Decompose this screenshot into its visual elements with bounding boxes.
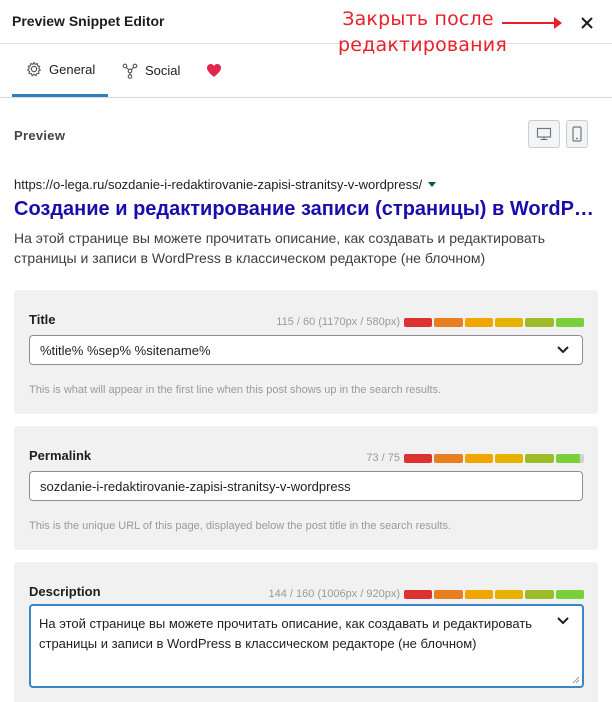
meter-segment xyxy=(525,590,554,599)
tab-bar: General Social xyxy=(0,44,612,98)
share-icon xyxy=(122,63,138,79)
meter-segment xyxy=(434,318,463,327)
description-field-section: Description 144 / 160 (1006px / 920px) Н… xyxy=(14,562,598,702)
meter-segment xyxy=(555,318,584,327)
meter-segment xyxy=(555,590,584,599)
permalink-hint: This is the unique URL of this page, dis… xyxy=(29,520,452,532)
description-textarea[interactable]: На этой странице вы можете прочитать опи… xyxy=(29,604,584,688)
heart-icon xyxy=(206,64,221,77)
permalink-counter: 73 / 75 xyxy=(366,452,400,464)
panel-title: Preview Snippet Editor xyxy=(12,13,165,29)
description-textarea-value: На этой странице вы можете прочитать опи… xyxy=(39,616,533,651)
meter-segment xyxy=(404,318,433,327)
meter-segment xyxy=(494,318,524,327)
url-caret-icon xyxy=(428,182,437,187)
title-hint: This is what will appear in the first li… xyxy=(29,384,442,396)
meter-segment xyxy=(525,454,554,463)
gear-icon xyxy=(26,61,42,77)
permalink-length-meter xyxy=(404,454,584,463)
title-counter: 115 / 60 (1170px / 580px) xyxy=(276,316,400,328)
tab-general-label: General xyxy=(49,61,96,77)
meter-segment xyxy=(494,454,524,463)
meter-segment xyxy=(525,318,554,327)
meter-segment xyxy=(494,590,524,599)
permalink-field-label: Permalink xyxy=(29,448,92,463)
description-counter: 144 / 160 (1006px / 920px) xyxy=(268,588,400,600)
tab-heart[interactable] xyxy=(202,44,232,97)
meter-segment xyxy=(434,454,463,463)
preview-heading: Preview xyxy=(14,128,66,143)
meter-segment xyxy=(464,590,493,599)
title-input-value: %title% %sep% %sitename% xyxy=(40,342,211,358)
annotation-arrow-icon xyxy=(502,17,562,29)
title-field-section: Title 115 / 60 (1170px / 580px) %title% … xyxy=(14,290,598,414)
mobile-icon xyxy=(572,126,582,142)
tab-general[interactable]: General xyxy=(12,44,108,97)
description-field-label: Description xyxy=(29,584,101,599)
title-length-meter xyxy=(404,318,584,327)
snippet-description: На этой странице вы можете прочитать опи… xyxy=(14,230,546,266)
snippet-url: https://o-lega.ru/sozdanie-i-redaktirova… xyxy=(14,177,437,192)
meter-segment xyxy=(404,454,433,463)
close-icon[interactable] xyxy=(576,12,598,34)
snippet-url-text: https://o-lega.ru/sozdanie-i-redaktirova… xyxy=(14,177,423,192)
resize-handle-icon[interactable] xyxy=(572,676,580,684)
permalink-input-value: sozdanie-i-redaktirovanie-zapisi-stranit… xyxy=(40,478,351,494)
chevron-down-icon[interactable] xyxy=(556,345,570,355)
tab-social-label: Social xyxy=(145,63,181,78)
title-input[interactable]: %title% %sep% %sitename% xyxy=(29,335,583,365)
meter-segment xyxy=(404,590,433,599)
desktop-preview-button[interactable] xyxy=(528,120,560,148)
snippet-title[interactable]: Создание и редактирование записи (страни… xyxy=(14,198,598,221)
mobile-preview-button[interactable] xyxy=(566,120,588,148)
meter-segment xyxy=(555,454,584,463)
title-field-label: Title xyxy=(29,312,56,327)
meter-segment xyxy=(464,318,493,327)
meter-segment xyxy=(434,590,463,599)
chevron-down-icon[interactable] xyxy=(556,616,570,626)
permalink-input[interactable]: sozdanie-i-redaktirovanie-zapisi-stranit… xyxy=(29,471,583,501)
tab-social[interactable]: Social xyxy=(110,44,200,97)
desktop-icon xyxy=(536,127,552,141)
permalink-field-section: Permalink 73 / 75 sozdanie-i-redaktirova… xyxy=(14,426,598,550)
annotation-line-1: Закрыть после xyxy=(342,8,494,30)
description-length-meter xyxy=(404,590,584,599)
editor-header: Preview Snippet Editor Закрыть после ред… xyxy=(0,0,612,56)
meter-segment xyxy=(464,454,493,463)
